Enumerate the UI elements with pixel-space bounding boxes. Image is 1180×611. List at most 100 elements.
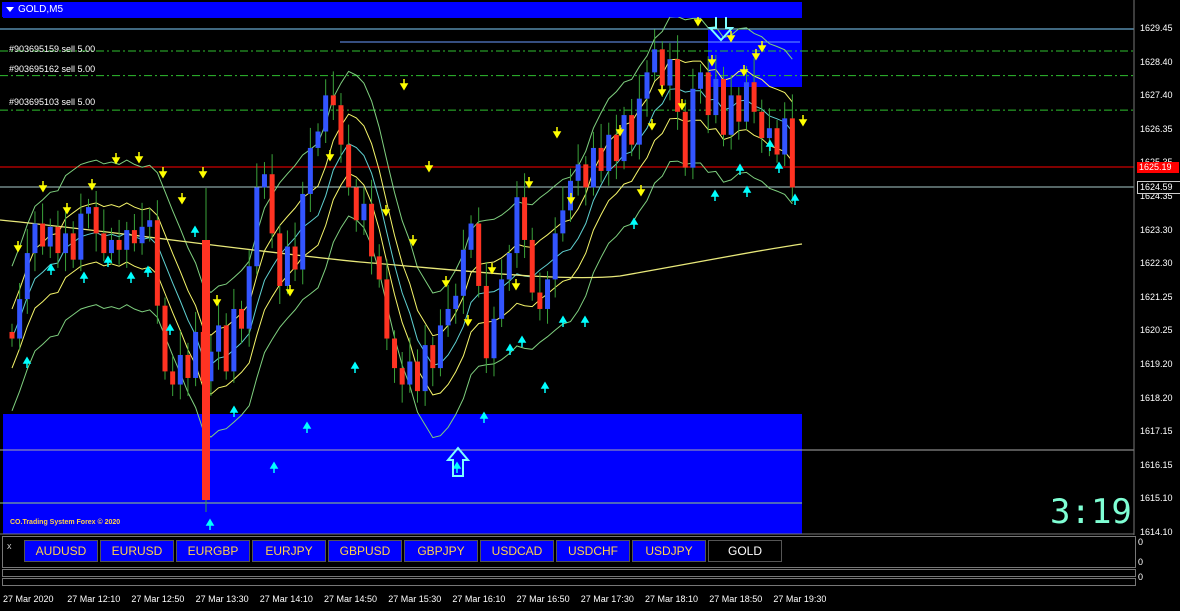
order-label: #903695162 sell 5.00 (9, 64, 96, 74)
last-price-badge: 1624.59 (1137, 181, 1180, 194)
sell-arrow-icon (511, 279, 521, 291)
candle-body (590, 147, 596, 188)
time-tick-label: 27 Mar 18:50 (709, 594, 763, 604)
chevron-down-icon[interactable] (6, 7, 14, 12)
candle-body (185, 354, 191, 378)
candle-body (124, 230, 130, 250)
candle-body (353, 187, 359, 221)
price-tick-label: 1622.30 (1140, 258, 1173, 269)
buy-arrow-icon (165, 323, 175, 335)
sell-arrow-icon (487, 263, 497, 275)
sell-arrow-icon (177, 193, 187, 205)
candle-body (346, 144, 352, 188)
candle-body (177, 354, 183, 385)
symbol-button-audusd[interactable]: AUDUSD (24, 540, 98, 562)
symbol-button-eurusd[interactable]: EURUSD (100, 540, 174, 562)
time-tick-label: 27 Mar 14:50 (324, 594, 378, 604)
time-axis: 27 Mar 2020 27 Mar 12:10 27 Mar 12:50 27 Ma… (0, 594, 1180, 611)
chart-title-bar: GOLD,M5 (2, 2, 802, 17)
upper-band-line (11, 15, 793, 294)
candle-body (468, 223, 474, 250)
symbol-button-gbpusd[interactable]: GBPUSD (328, 540, 402, 562)
candle-body (78, 213, 84, 260)
candle-body (70, 233, 76, 260)
candle-body (774, 128, 780, 155)
buy-arrow-icon (350, 361, 360, 373)
candle-body (430, 345, 436, 369)
buy-arrow-icon (126, 271, 136, 283)
candle-body (261, 174, 267, 188)
sell-arrow-icon (657, 85, 667, 97)
time-tick-label: 27 Mar 19:30 (773, 594, 827, 604)
candle-body (736, 95, 742, 122)
symbol-button-eurjpy[interactable]: EURJPY (252, 540, 326, 562)
close-icon[interactable]: x (7, 541, 12, 551)
price-tick-label: 1617.15 (1140, 426, 1173, 437)
candle-body (437, 325, 443, 369)
symbol-button-gbpjpy[interactable]: GBPJPY (404, 540, 478, 562)
symbol-button-row: AUDUSD EURUSD EURGBP EURJPY GBPUSD GBPJPY USDC… (24, 540, 782, 562)
sell-arrow-icon (212, 295, 222, 307)
time-tick-label: 27 Mar 18:10 (645, 594, 699, 604)
candle-body (491, 318, 497, 359)
time-tick-label: 27 Mar 2020 (3, 594, 54, 604)
candle-body (460, 249, 466, 296)
time-tick-label: 27 Mar 14:10 (259, 594, 313, 604)
price-tick-label: 1615.10 (1140, 493, 1173, 504)
candle-body (361, 203, 367, 221)
time-tick-label: 27 Mar 16:10 (452, 594, 506, 604)
candle-body (422, 345, 428, 392)
candle-body (284, 246, 290, 286)
candle-body (782, 118, 788, 155)
candle-body (292, 246, 298, 270)
candle-body (47, 226, 53, 247)
candle-body (453, 295, 459, 309)
buy-arrow-icon (742, 185, 752, 197)
candle-body (545, 279, 551, 309)
time-tick-label: 27 Mar 16:50 (516, 594, 570, 604)
candle-body (690, 88, 696, 168)
candle-body (636, 98, 642, 145)
candle-body (162, 305, 168, 372)
buy-arrow-icon (629, 217, 639, 229)
candle-body (522, 197, 528, 240)
price-tick-label: 1618.20 (1140, 392, 1173, 403)
buy-arrow-icon (774, 161, 784, 173)
candle-body (537, 292, 543, 309)
chart-symbol-title: GOLD,M5 (18, 4, 64, 15)
candle-body (269, 174, 275, 234)
symbol-button-eurgbp[interactable]: EURGBP (176, 540, 250, 562)
watermark-text: CO.Trading System Forex © 2020 (10, 519, 121, 526)
sell-arrow-icon (62, 203, 72, 215)
candle-body (583, 164, 589, 188)
buy-arrow-icon (79, 271, 89, 283)
price-chart[interactable] (0, 0, 1180, 535)
subwindow-scale-label: 0 (1138, 537, 1144, 547)
candle-body (705, 72, 711, 116)
candle-body (24, 253, 30, 300)
price-tick-label: 1626.35 (1140, 123, 1173, 134)
symbol-button-usdcad[interactable]: USDCAD (480, 540, 554, 562)
symbol-button-gold[interactable]: GOLD (708, 540, 782, 562)
candle-body (445, 308, 451, 326)
candle-body (606, 134, 612, 171)
candle-body (239, 308, 245, 329)
time-tick-label: 27 Mar 12:50 (131, 594, 185, 604)
candle-body (338, 105, 344, 145)
symbol-button-usdjpy[interactable]: USDJPY (632, 540, 706, 562)
time-tick-label: 27 Mar 17:30 (580, 594, 634, 604)
candle-body (101, 233, 107, 254)
candle-body (789, 118, 795, 188)
buy-arrow-icon (505, 343, 515, 355)
candle-body (108, 239, 114, 254)
sell-arrow-icon (198, 167, 208, 179)
symbol-button-usdchf[interactable]: USDCHF (556, 540, 630, 562)
candle-body (414, 361, 420, 392)
subwindow-scale-label: 0 (1138, 572, 1144, 582)
candle-body (86, 207, 92, 214)
demand-zone (3, 414, 802, 534)
candle-body (139, 226, 145, 244)
candle-body (399, 368, 405, 385)
sell-arrow-icon (13, 241, 23, 253)
candle-body (552, 233, 558, 280)
